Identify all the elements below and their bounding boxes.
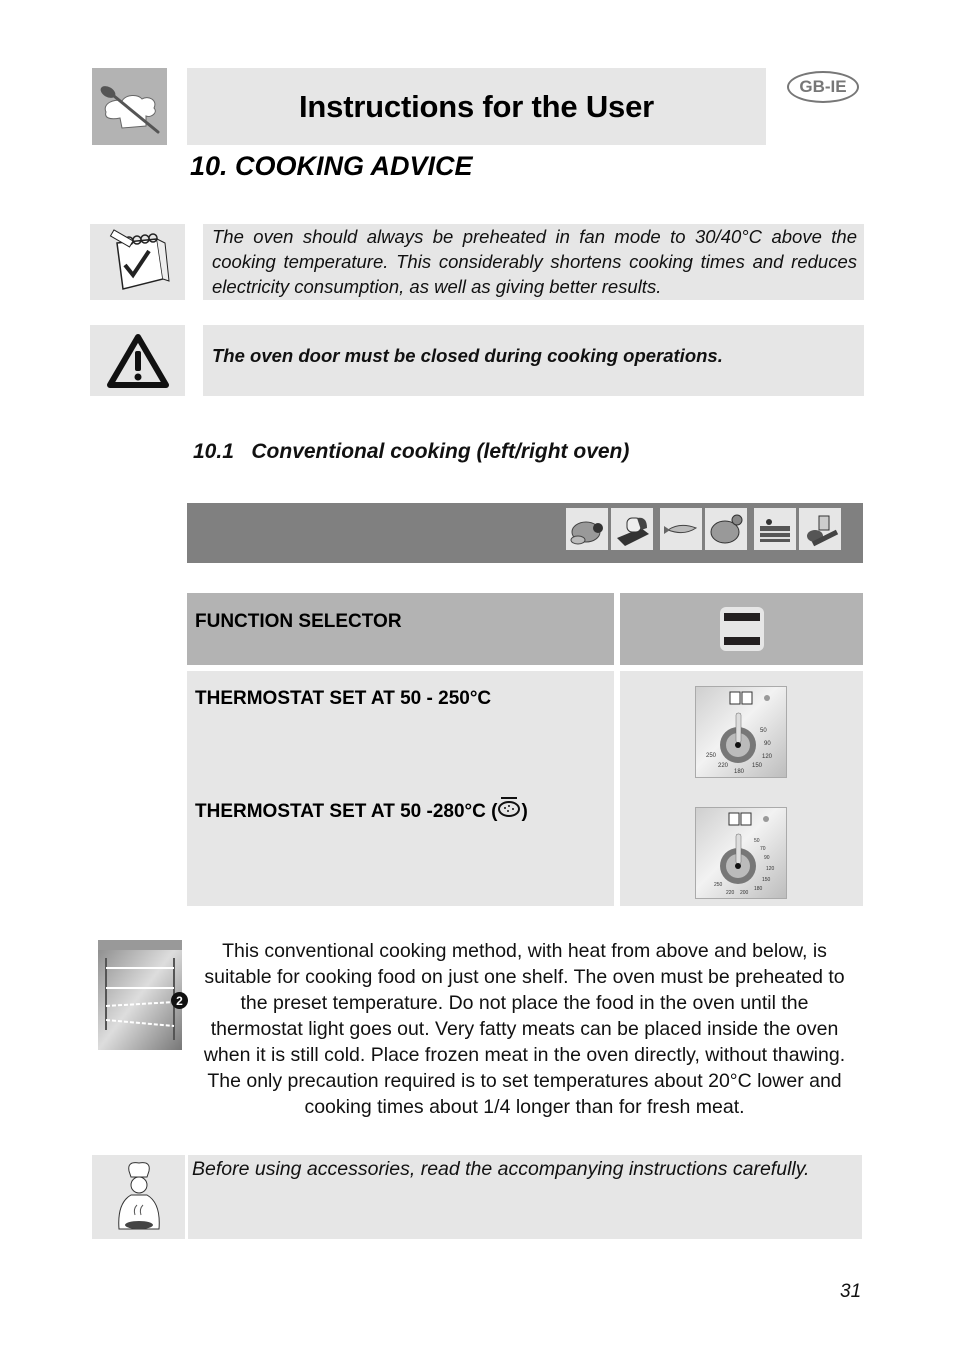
accessory-note: Before using accessories, read the accom… (188, 1155, 862, 1239)
subsection-title: 10.1 Conventional cooking (left/right ov… (193, 440, 630, 463)
thermostat-250-label: THERMOSTAT SET AT 50 - 250°C (195, 688, 492, 709)
bread-icon (611, 508, 653, 550)
cake-icon (754, 508, 796, 550)
svg-text:220: 220 (718, 763, 729, 769)
svg-text:250: 250 (706, 753, 717, 759)
warning-note: The oven door must be closed during cook… (203, 325, 864, 396)
svg-text:180: 180 (734, 769, 745, 775)
grill-icon (498, 797, 521, 817)
svg-text:50: 50 (754, 838, 760, 844)
top-bottom-heat-icon (719, 607, 764, 651)
tip-icon-box (90, 224, 185, 300)
thermostat-280-label: THERMOSTAT SET AT 50 -280°C () (195, 797, 528, 823)
function-selector-icon-cell (620, 593, 863, 665)
thermostat-280-label-suffix: ) (521, 801, 528, 822)
language-badge-label: GB-IE (799, 77, 847, 96)
page-header: Instructions for the User (187, 68, 766, 145)
function-selector-label: FUNCTION SELECTOR (195, 611, 402, 632)
thermostat-label-cell: THERMOSTAT SET AT 50 - 250°C THERMOSTAT … (187, 671, 614, 906)
page-title: Instructions for the User (299, 88, 654, 124)
svg-text:90: 90 (764, 741, 771, 747)
thermostat-dial-250: 50 90 120 150 180 220 250 (695, 686, 787, 778)
svg-text:120: 120 (762, 754, 773, 760)
page-number: 31 (840, 1281, 862, 1302)
poultry-icon (705, 508, 747, 550)
description-text: This conventional cooking method, with h… (203, 940, 846, 1118)
accessory-note-text: Before using accessories, read the accom… (192, 1158, 810, 1180)
svg-text:120: 120 (766, 866, 775, 872)
thermostat-icon-cell: 50 90 120 150 180 220 250 50 70 90 120 1… (620, 671, 863, 906)
shelf-number-badge: 2 (171, 992, 188, 1009)
notepad-check-icon (109, 229, 170, 290)
tip-note-text: The oven should always be preheated in f… (212, 226, 857, 297)
thermostat-280-label-text: THERMOSTAT SET AT 50 -280°C ( (195, 801, 498, 822)
svg-text:50: 50 (760, 728, 767, 734)
svg-text:220: 220 (726, 890, 735, 896)
logo (92, 68, 167, 145)
svg-text:200: 200 (740, 890, 749, 896)
meat-roast-icon (566, 508, 608, 550)
svg-text:180: 180 (754, 886, 763, 892)
vegetables-icon (799, 508, 841, 550)
thermostat-light-icon (729, 691, 741, 705)
svg-text:70: 70 (760, 846, 766, 852)
fish-icon (660, 508, 702, 550)
svg-text:150: 150 (752, 763, 763, 769)
spoon-chef-hat-icon (100, 86, 160, 134)
warning-note-text: The oven door must be closed during cook… (212, 345, 723, 366)
tip-note: The oven should always be preheated in f… (203, 224, 864, 300)
food-category-bar (187, 503, 863, 563)
warning-icon-box (90, 325, 185, 396)
chef-icon-box (92, 1155, 185, 1239)
function-selector-cell: FUNCTION SELECTOR (187, 593, 614, 665)
thermostat-dial-280: 50 70 90 120 150 180 200 220 250 (695, 807, 787, 899)
svg-text:150: 150 (762, 877, 771, 883)
language-badge: GB-IE (787, 71, 859, 103)
oven-shelves-icon (98, 940, 182, 1050)
svg-text:90: 90 (764, 855, 770, 861)
svg-text:250: 250 (714, 882, 723, 888)
section-title: 10. COOKING ADVICE (190, 151, 473, 181)
chef-icon (117, 1162, 160, 1230)
warning-triangle-icon (106, 333, 169, 388)
